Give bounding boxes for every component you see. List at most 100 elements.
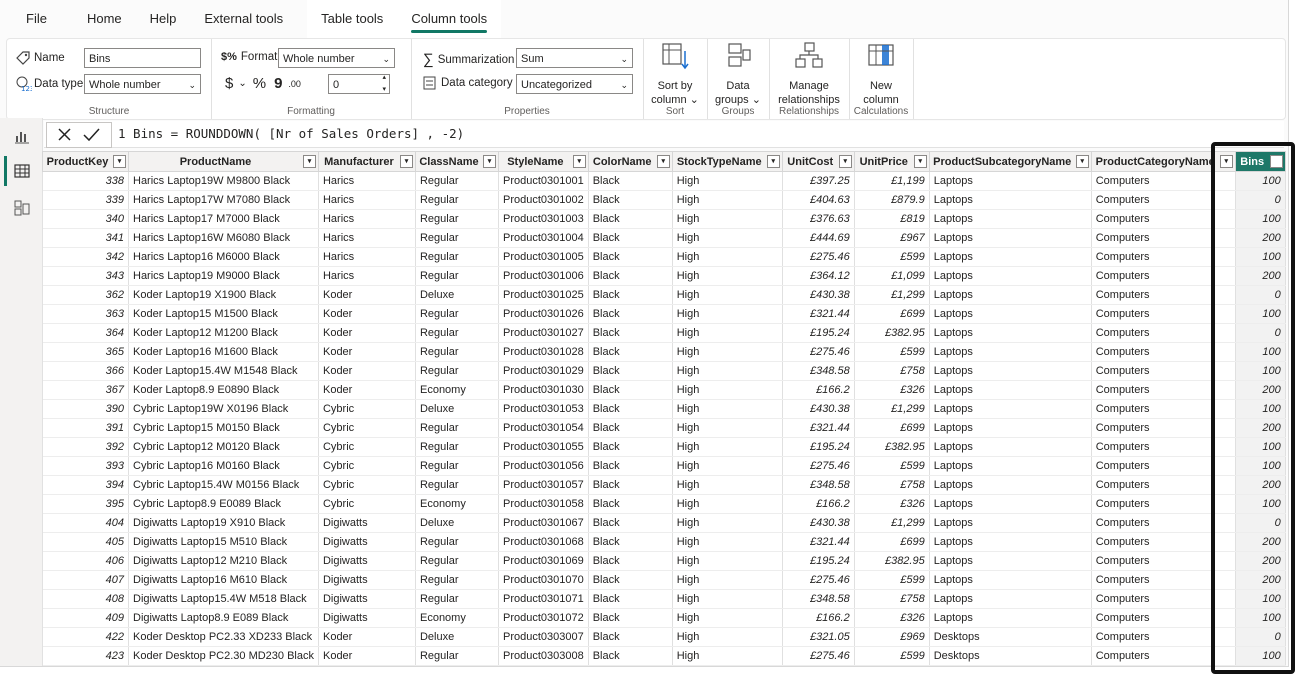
manage-relationships-button[interactable]: Manage relationships (769, 41, 849, 107)
table-cell[interactable]: Digiwatts (318, 570, 416, 590)
table-cell[interactable]: High (672, 285, 783, 305)
table-cell[interactable]: 100 (1235, 247, 1286, 267)
table-cell[interactable]: 200 (1235, 532, 1286, 552)
table-cell[interactable]: Harics Laptop16 M6000 Black (128, 247, 319, 267)
table-cell[interactable]: Product0303008 (498, 646, 589, 666)
table-cell[interactable]: Computers (1091, 513, 1236, 533)
tab-help[interactable]: Help (136, 0, 191, 38)
table-cell[interactable]: Regular (415, 456, 499, 476)
table-cell[interactable]: Computers (1091, 494, 1236, 514)
table-cell[interactable]: 200 (1235, 570, 1286, 590)
column-header-unitprice[interactable]: UnitPrice ▾ (853, 151, 930, 172)
table-cell[interactable]: 100 (1235, 646, 1286, 666)
table-cell[interactable]: Regular (415, 323, 499, 343)
table-cell[interactable]: £699 (854, 304, 930, 324)
table-cell[interactable]: Black (588, 304, 673, 324)
table-cell[interactable]: 407 (42, 570, 129, 590)
name-input[interactable]: Bins (84, 48, 201, 68)
table-cell[interactable]: £382.95 (854, 551, 930, 571)
table-cell[interactable]: Computers (1091, 190, 1236, 210)
table-cell[interactable]: Computers (1091, 646, 1236, 666)
table-cell[interactable]: 362 (42, 285, 129, 305)
table-cell[interactable]: Black (588, 418, 673, 438)
table-cell[interactable]: Black (588, 589, 673, 609)
table-cell[interactable]: 100 (1235, 209, 1286, 229)
table-cell[interactable]: Cybric Laptop12 M0120 Black (128, 437, 319, 457)
table-cell[interactable]: 395 (42, 494, 129, 514)
table-cell[interactable]: £967 (854, 228, 930, 248)
table-cell[interactable]: 392 (42, 437, 129, 457)
commit-check-icon[interactable] (83, 127, 100, 142)
table-cell[interactable]: £275.46 (782, 456, 855, 476)
table-cell[interactable]: 100 (1235, 304, 1286, 324)
table-cell[interactable]: Black (588, 627, 673, 647)
table-cell[interactable]: Regular (415, 551, 499, 571)
table-cell[interactable]: 100 (1235, 342, 1286, 362)
table-cell[interactable]: Laptops (929, 475, 1092, 495)
table-cell[interactable]: Computers (1091, 627, 1236, 647)
table-cell[interactable]: £1,299 (854, 399, 930, 419)
table-cell[interactable]: Digiwatts Laptop8.9 E089 Black (128, 608, 319, 628)
table-cell[interactable]: £819 (854, 209, 930, 229)
table-cell[interactable]: Koder (318, 646, 416, 666)
table-cell[interactable]: £1,099 (854, 266, 930, 286)
table-cell[interactable]: 0 (1235, 513, 1286, 533)
table-cell[interactable]: Laptops (929, 342, 1092, 362)
table-cell[interactable]: Black (588, 551, 673, 571)
table-cell[interactable]: Product0301029 (498, 361, 589, 381)
table-cell[interactable]: Product0301054 (498, 418, 589, 438)
table-cell[interactable]: Regular (415, 342, 499, 362)
table-cell[interactable]: £599 (854, 247, 930, 267)
table-cell[interactable]: Laptops (929, 247, 1092, 267)
table-cell[interactable]: Laptops (929, 513, 1092, 533)
table-cell[interactable]: Cybric Laptop16 M0160 Black (128, 456, 319, 476)
table-cell[interactable]: Koder (318, 342, 416, 362)
table-cell[interactable]: Regular (415, 247, 499, 267)
table-cell[interactable]: Product0301006 (498, 266, 589, 286)
table-cell[interactable]: Product0301068 (498, 532, 589, 552)
table-cell[interactable]: Computers (1091, 228, 1236, 248)
table-cell[interactable]: 408 (42, 589, 129, 609)
table-cell[interactable]: £348.58 (782, 475, 855, 495)
table-cell[interactable]: Harics Laptop19W M9800 Black (128, 171, 319, 191)
column-header-bins[interactable]: Bins ▾ (1234, 151, 1286, 172)
table-cell[interactable]: 338 (42, 171, 129, 191)
table-cell[interactable]: Laptops (929, 190, 1092, 210)
table-cell[interactable]: Koder Laptop16 M1600 Black (128, 342, 319, 362)
table-cell[interactable]: Economy (415, 380, 499, 400)
table-cell[interactable]: 200 (1235, 475, 1286, 495)
table-cell[interactable]: Desktops (929, 646, 1092, 666)
comma-button[interactable]: 9 (274, 75, 282, 92)
table-cell[interactable]: Regular (415, 171, 499, 191)
table-cell[interactable]: Computers (1091, 437, 1236, 457)
table-cell[interactable]: £444.69 (782, 228, 855, 248)
table-cell[interactable]: Product0303007 (498, 627, 589, 647)
model-view-icon[interactable] (14, 200, 30, 216)
table-cell[interactable]: Regular (415, 532, 499, 552)
table-cell[interactable]: Black (588, 570, 673, 590)
table-cell[interactable]: Cybric (318, 475, 416, 495)
table-cell[interactable]: Regular (415, 304, 499, 324)
table-cell[interactable]: 100 (1235, 399, 1286, 419)
table-cell[interactable]: Digiwatts (318, 513, 416, 533)
table-cell[interactable]: 100 (1235, 437, 1286, 457)
table-cell[interactable]: Digiwatts Laptop12 M210 Black (128, 551, 319, 571)
table-cell[interactable]: Black (588, 532, 673, 552)
table-cell[interactable]: 100 (1235, 361, 1286, 381)
table-cell[interactable]: £195.24 (782, 437, 855, 457)
table-cell[interactable]: £275.46 (782, 646, 855, 666)
table-cell[interactable]: High (672, 418, 783, 438)
table-cell[interactable]: Black (588, 437, 673, 457)
table-cell[interactable]: Computers (1091, 266, 1236, 286)
table-cell[interactable]: £1,299 (854, 513, 930, 533)
table-cell[interactable]: Computers (1091, 247, 1236, 267)
table-cell[interactable]: Regular (415, 437, 499, 457)
table-cell[interactable]: Koder (318, 304, 416, 324)
currency-button[interactable]: $ (225, 75, 233, 92)
table-cell[interactable]: High (672, 190, 783, 210)
table-cell[interactable]: High (672, 266, 783, 286)
table-cell[interactable]: Koder Laptop15.4W M1548 Black (128, 361, 319, 381)
formula-input[interactable]: 1 Bins = ROUNDDOWN( [Nr of Sales Orders]… (118, 126, 464, 141)
table-cell[interactable]: 394 (42, 475, 129, 495)
table-cell[interactable]: Koder Laptop15 M1500 Black (128, 304, 319, 324)
